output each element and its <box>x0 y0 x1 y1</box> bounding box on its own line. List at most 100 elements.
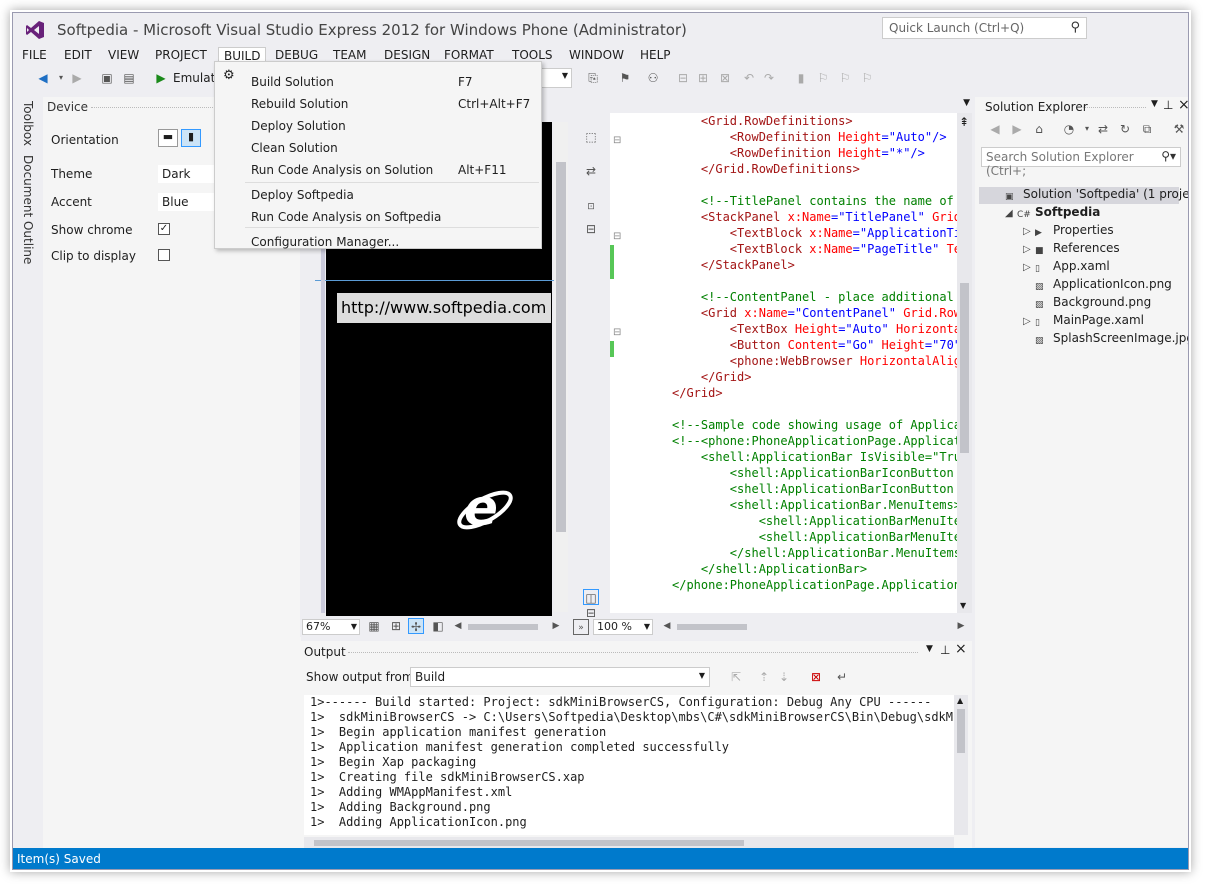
quick-launch-input[interactable]: Quick Launch (Ctrl+Q) ⚲ <box>882 17 1087 39</box>
collapse-region-icon[interactable]: ⊟ <box>613 231 621 242</box>
solution-tree-item[interactable]: ▨ Background.png <box>1023 295 1151 312</box>
menu-project[interactable]: PROJECT <box>150 47 212 65</box>
expand-arrow-icon[interactable]: ▷ <box>1023 262 1035 273</box>
back-dropdown-icon[interactable]: ▾ <box>53 70 69 86</box>
pin-icon[interactable]: ⊥ <box>1163 98 1173 112</box>
dropdown-icon[interactable]: ▼ <box>926 644 933 654</box>
members-icon[interactable]: ⚇ <box>645 70 661 86</box>
menu-window[interactable]: WINDOW <box>564 47 629 65</box>
effects-icon[interactable]: ◧ <box>430 618 446 634</box>
clip-to-display-checkbox[interactable] <box>158 249 170 261</box>
forward-icon[interactable]: ▶ <box>69 70 85 86</box>
portrait-orientation-button[interactable]: ▮ <box>181 129 201 147</box>
collapse-all-icon[interactable]: ⧉ <box>1139 121 1155 137</box>
clear-bookmarks-icon[interactable]: ⚐ <box>859 70 875 86</box>
output-vscroll-thumb[interactable] <box>957 709 965 753</box>
solution-tree-item[interactable]: ◢ C# Softpedia <box>1005 205 1100 222</box>
designer-hscroll-thumb[interactable] <box>468 624 538 630</box>
menu-edit[interactable]: EDIT <box>59 47 97 65</box>
swap-icon[interactable]: ⇄ <box>583 163 599 179</box>
goto-error-icon[interactable]: ⇱ <box>728 669 744 685</box>
code-zoom-select[interactable]: 100 % ▼ <box>593 619 653 635</box>
accent-select[interactable]: Blue <box>158 193 218 211</box>
build-menu-item[interactable]: Clean Solution <box>251 141 338 155</box>
menu-help[interactable]: HELP <box>635 47 676 65</box>
editor-dropdown-icon[interactable]: ▼ <box>963 98 970 108</box>
wrench-icon[interactable]: ⚒ <box>1171 121 1187 137</box>
expand-arrow-icon[interactable]: ▷ <box>1023 226 1035 237</box>
collapse-region-icon[interactable]: ⊟ <box>613 135 621 146</box>
snap-lines-icon[interactable]: ✢ <box>408 618 424 634</box>
build-menu-item[interactable]: Deploy Solution <box>251 119 346 133</box>
designer-vscroll[interactable] <box>554 122 568 612</box>
code-vscroll[interactable]: ⇞ ▼ <box>957 113 972 613</box>
back-icon[interactable]: ◀ <box>987 121 1003 137</box>
xaml-code-editor[interactable]: <Grid.RowDefinitions> <RowDefinition Hei… <box>627 113 957 613</box>
build-menu-item[interactable]: Rebuild Solution <box>251 97 348 111</box>
landscape-orientation-button[interactable]: ▬ <box>158 129 178 147</box>
solution-tree-item[interactable]: ▷ ■ References <box>1023 241 1120 258</box>
prev-bookmark-icon[interactable]: ⚐ <box>815 70 831 86</box>
scroll-up-icon[interactable]: ▲ <box>957 696 963 705</box>
scroll-left-icon[interactable]: ◀ <box>659 618 675 634</box>
expand-pane-icon[interactable]: » <box>573 619 589 635</box>
comment-icon[interactable]: ↶ <box>741 70 757 86</box>
split-handle-icon[interactable]: ⇞ <box>959 115 969 129</box>
indent-icon[interactable]: ⊞ <box>695 70 711 86</box>
align-icon[interactable]: ⊟ <box>675 70 691 86</box>
code-hscroll-thumb[interactable] <box>677 624 747 630</box>
pending-changes-icon[interactable]: ◔ <box>1061 121 1077 137</box>
vertical-split-icon[interactable]: ◫ <box>583 589 599 605</box>
next-bookmark-icon[interactable]: ⚐ <box>837 70 853 86</box>
output-source-select[interactable]: Build ▼ <box>410 667 710 687</box>
build-menu-item[interactable]: Build Solution <box>251 75 334 89</box>
chevron-down-icon[interactable]: ▾ <box>1079 121 1095 137</box>
url-textbox[interactable]: http://www.softpedia.com <box>337 293 551 323</box>
close-icon[interactable]: × <box>1178 97 1188 113</box>
solution-tree-item[interactable]: ▷ ▯ MainPage.xaml <box>1023 313 1144 330</box>
build-menu-item[interactable]: Run Code Analysis on Softpedia <box>251 210 441 224</box>
collapse-icon[interactable]: ⊟ <box>583 221 599 237</box>
collapse-region-icon[interactable]: ⊟ <box>613 327 621 338</box>
tab-document-outline[interactable]: Document Outline <box>21 155 35 264</box>
theme-select[interactable]: Dark <box>158 165 218 183</box>
new-project-icon[interactable]: ▣ <box>99 70 115 86</box>
back-icon[interactable]: ◀ <box>35 70 51 86</box>
find-icon[interactable]: ⚑ <box>617 70 633 86</box>
start-debug-icon[interactable]: ▶ <box>153 70 169 86</box>
expand-arrow-icon[interactable]: ▷ <box>1023 316 1035 327</box>
bookmark-icon[interactable]: ▮ <box>793 70 809 86</box>
next-message-icon[interactable]: ⇣ <box>776 669 792 685</box>
expand-icon[interactable]: ⊡ <box>583 199 599 215</box>
solution-tree-item[interactable]: ▨ SplashScreenImage.jpg <box>1023 331 1188 348</box>
solution-tree-item[interactable]: ▷ ▯ App.xaml <box>1023 259 1110 276</box>
menu-view[interactable]: VIEW <box>103 47 144 65</box>
show-chrome-checkbox[interactable]: ✓ <box>158 223 170 235</box>
prev-message-icon[interactable]: ⇡ <box>756 669 772 685</box>
solution-search-input[interactable]: Search Solution Explorer (Ctrl+; ⚲▾ <box>981 147 1181 178</box>
forward-icon[interactable]: ▶ <box>1009 121 1025 137</box>
solution-tree-item[interactable]: ▷ ▶ Properties <box>1023 223 1114 240</box>
dropdown-icon[interactable]: ▼ <box>1151 99 1158 109</box>
config-dropdown[interactable]: ▼ <box>538 68 572 88</box>
sync-icon[interactable]: ⇄ <box>1095 121 1111 137</box>
build-menu-item[interactable]: Deploy Softpedia <box>251 188 354 202</box>
scroll-right-icon[interactable]: ▶ <box>548 618 564 634</box>
output-vscroll[interactable]: ▲ <box>954 695 968 835</box>
swap-panes-icon[interactable]: ⬚ <box>583 129 599 145</box>
expand-arrow-icon[interactable]: ▷ <box>1023 244 1035 255</box>
tab-toolbox[interactable]: Toolbox <box>21 101 35 146</box>
scroll-left-icon[interactable]: ◀ <box>450 618 466 634</box>
build-menu-item[interactable]: Configuration Manager... <box>251 235 399 249</box>
designer-zoom-select[interactable]: 67% ▼ <box>302 619 360 635</box>
menu-file[interactable]: FILE <box>17 47 52 65</box>
home-icon[interactable]: ⌂ <box>1031 121 1047 137</box>
scroll-right-icon[interactable]: ▶ <box>953 618 969 634</box>
expand-arrow-icon[interactable]: ◢ <box>1005 208 1017 219</box>
pin-icon[interactable]: ⊥ <box>940 643 950 657</box>
attach-icon[interactable]: ⎘ <box>585 70 601 86</box>
word-wrap-icon[interactable]: ↵ <box>834 669 850 685</box>
refresh-icon[interactable]: ↻ <box>1117 121 1133 137</box>
outdent-icon[interactable]: ⊠ <box>717 70 733 86</box>
output-text[interactable]: 1>------ Build started: Project: sdkMini… <box>304 695 954 835</box>
